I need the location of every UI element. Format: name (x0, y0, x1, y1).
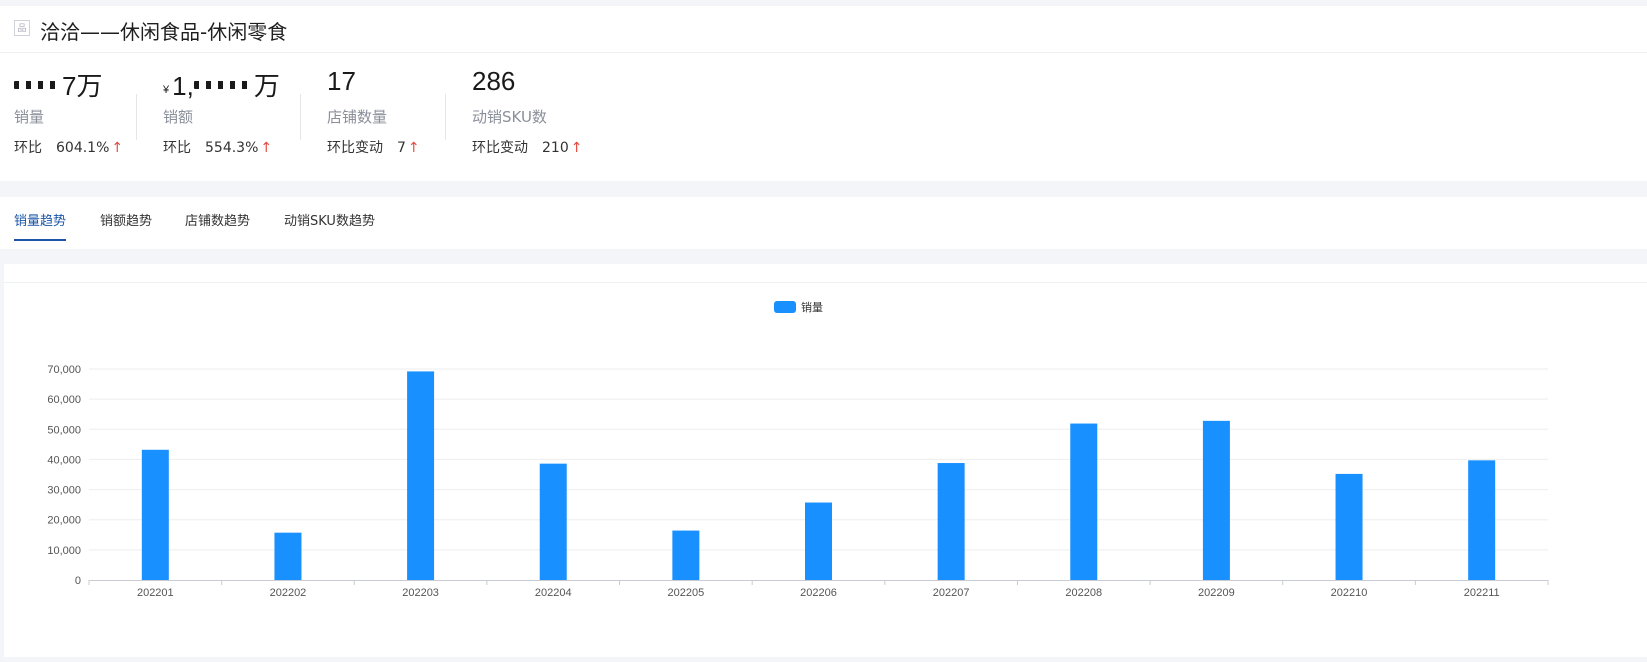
bar (937, 463, 965, 580)
metric-value: 17 (327, 66, 356, 96)
bar (274, 532, 302, 580)
bar (407, 371, 435, 580)
x-tick-label: 202205 (668, 587, 705, 599)
metric-value: 7万 (14, 66, 123, 101)
legend-label: 销量 (801, 300, 823, 314)
bar (1468, 460, 1496, 580)
bar (672, 530, 700, 580)
tab-sales-volume-trend[interactable]: 销量趋势 (14, 210, 67, 241)
metric-value: 286 (472, 66, 516, 96)
y-tick-label: 50,000 (47, 424, 81, 436)
metric-store-count: 17 店铺数量 环比变动 7 ↑ (327, 66, 420, 157)
compare-label: 环比变动 (472, 140, 528, 156)
metric-compare: 环比变动 210 ↑ (472, 137, 582, 157)
x-tick-label: 202202 (270, 587, 307, 599)
x-tick-label: 202210 (1331, 587, 1368, 599)
divider (300, 94, 301, 140)
bar (539, 463, 567, 580)
metric-sales-volume: 7万 销量 环比 604.1% ↑ (14, 66, 123, 157)
y-tick-label: 20,000 (47, 515, 81, 527)
y-tick-label: 0 (75, 575, 81, 587)
compare-value: 7 (397, 140, 406, 156)
bar-chart: 销量 0 10,000 20,000 30,000 40,000 50,000 60,000 7… (47, 300, 1549, 599)
bar (1202, 420, 1230, 580)
masked-digits (193, 81, 254, 89)
metric-label: 店铺数量 (327, 108, 388, 126)
bar (1070, 423, 1098, 580)
legend-swatch (774, 301, 796, 313)
x-tick-label: 202204 (535, 587, 572, 599)
metric-value-start: 1, (172, 71, 194, 101)
x-tick-label: 202208 (1065, 587, 1102, 599)
y-tick-label: 30,000 (47, 485, 81, 497)
metric-value: ¥1, 万 (163, 66, 280, 101)
metric-compare: 环比 554.3% ↑ (163, 137, 280, 157)
shop-icon: 品 (14, 20, 30, 36)
compare-label: 环比变动 (327, 140, 383, 156)
trend-tabs: 销量趋势 销额趋势 店铺数趋势 动销SKU数趋势 (0, 197, 1647, 249)
metric-compare: 环比变动 7 ↑ (327, 137, 420, 157)
arrow-up-icon: ↑ (111, 140, 124, 156)
y-tick-label: 70,000 (47, 364, 81, 376)
bar (1335, 473, 1363, 580)
bar (805, 502, 832, 580)
y-tick-label: 10,000 (47, 545, 81, 557)
tab-store-count-trend[interactable]: 店铺数趋势 (185, 210, 250, 239)
compare-value: 210 (542, 140, 569, 156)
x-tick-label: 202201 (137, 587, 174, 599)
bar (141, 449, 169, 580)
metric-value-suffix: 万 (253, 71, 280, 101)
x-tick-label: 202211 (1464, 587, 1500, 599)
masked-digits (14, 81, 62, 89)
y-tick-label: 60,000 (47, 394, 81, 406)
page-title: 洽洽——休闲食品-休闲零食 (40, 20, 288, 44)
x-tick-label: 202203 (402, 587, 439, 599)
metric-label: 销额 (163, 108, 194, 126)
metric-sku-count: 286 动销SKU数 环比变动 210 ↑ (472, 66, 582, 157)
compare-label: 环比 (14, 140, 42, 156)
tab-sales-amount-trend[interactable]: 销额趋势 (100, 210, 152, 239)
divider (4, 282, 1647, 283)
compare-label: 环比 (163, 140, 191, 156)
x-tick-label: 202209 (1198, 587, 1235, 599)
metric-sales-amount: ¥1, 万 销额 环比 554.3% ↑ (163, 66, 280, 157)
metric-compare: 环比 604.1% ↑ (14, 137, 123, 157)
metric-label: 动销SKU数 (472, 108, 547, 126)
tab-sku-count-trend[interactable]: 动销SKU数趋势 (284, 210, 375, 239)
y-tick-label: 40,000 (47, 454, 81, 466)
arrow-up-icon: ↑ (260, 140, 273, 156)
currency-prefix: ¥ (163, 84, 170, 96)
overview-card: 品 洽洽——休闲食品-休闲零食 7万 销量 环比 604.1% ↑ ¥1, 万 销额 … (0, 6, 1647, 181)
x-tick-label: 202207 (933, 587, 970, 599)
metric-label: 销量 (14, 108, 45, 126)
arrow-up-icon: ↑ (407, 140, 420, 156)
divider (136, 94, 137, 140)
x-tick-label: 202206 (800, 587, 837, 599)
title-bar: 品 洽洽——休闲食品-休闲零食 (0, 6, 1647, 53)
compare-value: 604.1% (56, 140, 110, 156)
arrow-up-icon: ↑ (570, 140, 583, 156)
compare-value: 554.3% (205, 140, 259, 156)
metric-value-suffix: 7万 (62, 71, 103, 101)
divider (445, 94, 446, 140)
chart-card: 销量 0 10,000 20,000 30,000 40,000 50,000 60,000 7… (4, 264, 1647, 657)
